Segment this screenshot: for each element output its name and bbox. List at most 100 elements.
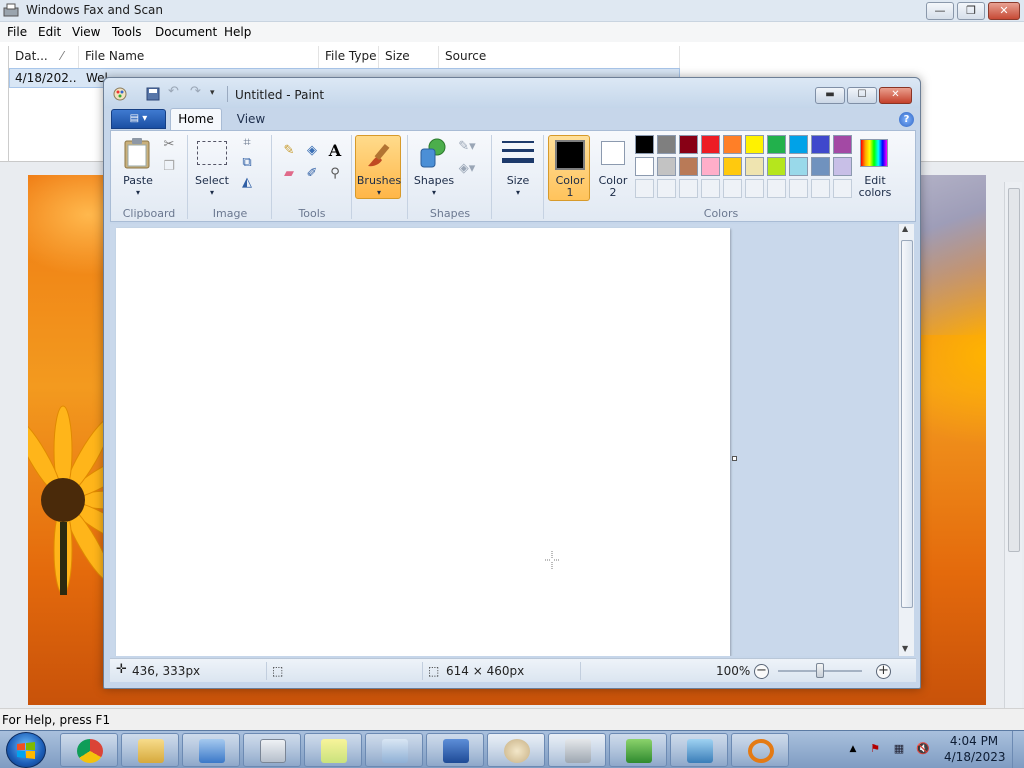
resize-icon[interactable]: ⧉ bbox=[237, 153, 257, 173]
palette-swatch[interactable] bbox=[723, 157, 742, 176]
drawing-canvas[interactable] bbox=[116, 228, 730, 656]
redo-icon[interactable]: ↷ bbox=[190, 84, 204, 99]
palette-swatch[interactable] bbox=[701, 135, 720, 154]
eraser-icon[interactable]: ▰ bbox=[279, 164, 299, 184]
palette-swatch[interactable] bbox=[679, 157, 698, 176]
select-icon[interactable] bbox=[197, 141, 227, 165]
taskbar-remote-desktop[interactable] bbox=[426, 733, 484, 767]
edit-colors-icon[interactable] bbox=[860, 139, 888, 167]
text-icon[interactable]: A bbox=[325, 141, 345, 161]
save-icon[interactable] bbox=[146, 87, 160, 101]
palette-swatch[interactable] bbox=[701, 157, 720, 176]
color2-button[interactable] bbox=[601, 141, 625, 165]
palette-custom-slot[interactable] bbox=[811, 179, 830, 198]
palette-swatch[interactable] bbox=[635, 157, 654, 176]
menu-view[interactable]: View bbox=[72, 25, 100, 39]
taskbar-paint[interactable] bbox=[487, 733, 545, 767]
palette-swatch[interactable] bbox=[657, 157, 676, 176]
show-hidden-icons-icon[interactable]: ▲ bbox=[846, 742, 860, 756]
paint-close-button[interactable]: ✕ bbox=[879, 87, 912, 104]
fax-minimize-button[interactable]: — bbox=[926, 2, 954, 20]
palette-custom-slot[interactable] bbox=[679, 179, 698, 198]
palette-custom-slot[interactable] bbox=[789, 179, 808, 198]
undo-icon[interactable]: ↶ bbox=[168, 84, 182, 99]
palette-swatch[interactable] bbox=[745, 135, 764, 154]
clock-date[interactable]: 4/18/2023 bbox=[944, 750, 1006, 764]
color1-button[interactable]: Color 1 bbox=[548, 135, 590, 201]
palette-swatch[interactable] bbox=[811, 135, 830, 154]
fill-icon[interactable]: ◈ bbox=[302, 141, 322, 161]
palette-swatch[interactable] bbox=[833, 135, 852, 154]
palette-swatch[interactable] bbox=[789, 157, 808, 176]
palette-swatch[interactable] bbox=[635, 135, 654, 154]
palette-swatch[interactable] bbox=[767, 135, 786, 154]
zoom-out-icon[interactable]: − bbox=[754, 664, 769, 679]
taskbar-calculator[interactable] bbox=[243, 733, 301, 767]
palette-swatch[interactable] bbox=[679, 135, 698, 154]
taskbar-search[interactable] bbox=[731, 733, 789, 767]
taskbar-explorer[interactable] bbox=[121, 733, 179, 767]
paint-menu-button[interactable]: ▤ ▾ bbox=[111, 109, 166, 129]
menu-tools[interactable]: Tools bbox=[112, 25, 142, 39]
palette-custom-slot[interactable] bbox=[833, 179, 852, 198]
menu-edit[interactable]: Edit bbox=[38, 25, 61, 39]
palette-custom-slot[interactable] bbox=[745, 179, 764, 198]
help-icon[interactable]: ? bbox=[899, 112, 914, 127]
palette-swatch[interactable] bbox=[657, 135, 676, 154]
palette-swatch[interactable] bbox=[723, 135, 742, 154]
cut-icon[interactable]: ✂ bbox=[159, 135, 179, 155]
menu-file[interactable]: File bbox=[7, 25, 27, 39]
outline-icon[interactable]: ✎▾ bbox=[457, 137, 477, 157]
tab-home[interactable]: Home bbox=[170, 108, 222, 131]
palette-swatch[interactable] bbox=[811, 157, 830, 176]
show-desktop-button[interactable] bbox=[1012, 731, 1024, 768]
taskbar-document[interactable] bbox=[365, 733, 423, 767]
zoom-in-icon[interactable]: + bbox=[876, 664, 891, 679]
column-header-date[interactable]: Dat... ⁄ bbox=[9, 46, 79, 68]
paint-titlebar[interactable]: ↶ ↷ ▾ Untitled - Paint ▬ ☐ ✕ bbox=[104, 78, 920, 108]
palette-swatch[interactable] bbox=[833, 157, 852, 176]
fax-restore-button[interactable]: ❐ bbox=[957, 2, 985, 20]
palette-custom-slot[interactable] bbox=[657, 179, 676, 198]
fax-preview-scrollbar[interactable] bbox=[1004, 182, 1022, 708]
fax-scroll-thumb[interactable] bbox=[1008, 188, 1020, 552]
palette-swatch[interactable] bbox=[767, 157, 786, 176]
shapes-dropdown-icon[interactable]: ▾ bbox=[411, 186, 457, 199]
fax-titlebar[interactable]: Windows Fax and Scan — ❐ ✕ bbox=[0, 0, 1024, 22]
menu-help[interactable]: Help bbox=[224, 25, 251, 39]
taskbar-fax-and-scan[interactable] bbox=[548, 733, 606, 767]
palette-swatch[interactable] bbox=[789, 135, 808, 154]
paint-maximize-button[interactable]: ☐ bbox=[847, 87, 877, 104]
action-center-flag-icon[interactable]: ⚑ bbox=[868, 742, 882, 756]
volume-muted-icon[interactable]: 🔇 bbox=[916, 742, 930, 756]
fax-close-button[interactable]: ✕ bbox=[988, 2, 1020, 20]
column-header-file-type[interactable]: File Type bbox=[319, 46, 379, 68]
paste-dropdown-icon[interactable]: ▾ bbox=[119, 186, 157, 199]
copy-icon[interactable]: ❐ bbox=[159, 157, 179, 177]
canvas-vertical-scrollbar[interactable]: ▲ ▼ bbox=[898, 224, 914, 656]
taskbar-chrome[interactable] bbox=[60, 733, 118, 767]
brushes-button[interactable]: Brushes ▾ bbox=[355, 135, 401, 199]
zoom-slider-thumb[interactable] bbox=[816, 663, 824, 678]
palette-swatch[interactable] bbox=[745, 157, 764, 176]
taskbar-notepad[interactable] bbox=[609, 733, 667, 767]
size-icon[interactable] bbox=[501, 139, 535, 167]
color-picker-icon[interactable]: ✐ bbox=[302, 164, 322, 184]
network-icon[interactable]: ▦ bbox=[892, 742, 906, 756]
taskbar-photo-viewer[interactable] bbox=[670, 733, 728, 767]
column-header-size[interactable]: Size bbox=[379, 46, 439, 68]
palette-custom-slot[interactable] bbox=[635, 179, 654, 198]
start-button[interactable] bbox=[6, 732, 46, 768]
shape-fill-icon[interactable]: ◈▾ bbox=[457, 159, 477, 179]
palette-custom-slot[interactable] bbox=[701, 179, 720, 198]
quick-access-dropdown-icon[interactable]: ▾ bbox=[210, 88, 224, 102]
menu-document[interactable]: Document bbox=[155, 25, 217, 39]
palette-custom-slot[interactable] bbox=[767, 179, 786, 198]
taskbar-control-panel[interactable] bbox=[182, 733, 240, 767]
column-header-source[interactable]: Source bbox=[439, 46, 680, 68]
magnifier-icon[interactable]: ⚲ bbox=[325, 164, 345, 184]
crop-icon[interactable]: ⌗ bbox=[237, 133, 257, 153]
tab-view[interactable]: View bbox=[226, 110, 276, 130]
paste-icon[interactable] bbox=[123, 137, 151, 169]
column-header-file-name[interactable]: File Name bbox=[79, 46, 319, 68]
